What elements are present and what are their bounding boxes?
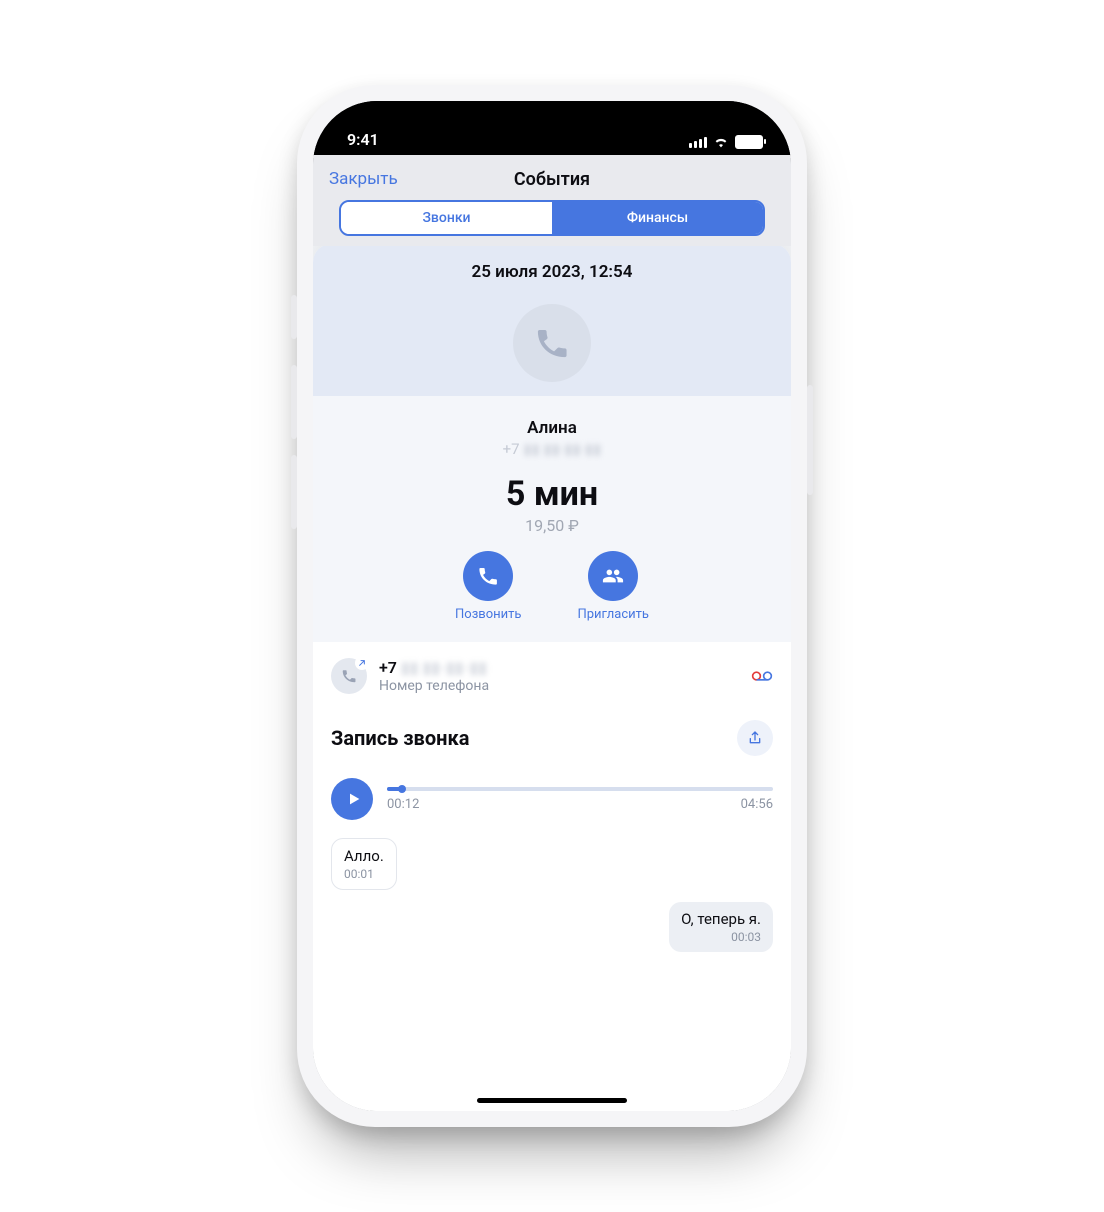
play-icon <box>346 791 362 807</box>
detail-header: 25 июля 2023, 12:54 <box>313 244 791 396</box>
phone-screen: 9:41 Закрыть События Звонки Финансы <box>313 101 791 1111</box>
invite-button-label: Пригласить <box>577 607 649 622</box>
contact-phone: +7 ▮▮ ▮▮-▮▮-▮▮ <box>313 440 791 458</box>
status-time: 9:41 <box>347 130 379 149</box>
call-duration: 5 мин <box>313 474 791 514</box>
progress-track[interactable]: 00:12 04:56 <box>387 787 773 812</box>
page-title: События <box>514 169 590 190</box>
transcript-bubble: Алло.00:01 <box>331 838 397 890</box>
phone-side-button <box>291 295 297 339</box>
people-icon <box>602 565 624 587</box>
phone-number-row[interactable]: +7 ▮▮ ▮▮-▮▮-▮▮ Номер телефона <box>331 658 773 694</box>
phone-icon <box>477 565 499 587</box>
wifi-icon <box>713 136 729 148</box>
share-icon <box>747 730 763 746</box>
contact-avatar <box>513 304 591 382</box>
phone-icon <box>341 668 357 684</box>
elapsed-time: 00:12 <box>387 797 419 812</box>
play-button[interactable] <box>331 778 373 820</box>
transcript-bubble: О, теперь я.00:03 <box>669 902 773 952</box>
invite-button[interactable]: Пригласить <box>577 551 649 622</box>
transcript-list: Алло.00:01 О, теперь я.00:03 <box>331 838 773 960</box>
audio-player: 00:12 04:56 <box>331 778 773 820</box>
nav-bar: Закрыть События Звонки Финансы <box>313 155 791 246</box>
tab-finance[interactable]: Финансы <box>552 202 763 234</box>
share-button[interactable] <box>737 720 773 756</box>
cellular-icon <box>689 136 707 148</box>
outgoing-call-icon <box>331 658 367 694</box>
phone-number-label: Номер телефона <box>379 678 739 694</box>
home-indicator[interactable] <box>477 1098 627 1103</box>
call-button-label: Позвонить <box>455 607 521 622</box>
contact-info: Алина +7 ▮▮ ▮▮-▮▮-▮▮ 5 мин 19,50 ₽ Позво… <box>313 396 791 642</box>
phone-number: +7 ▮▮ ▮▮-▮▮-▮▮ <box>379 658 739 677</box>
total-time: 04:56 <box>741 797 773 812</box>
battery-icon <box>735 135 763 149</box>
phone-frame: 9:41 Закрыть События Звонки Финансы <box>297 85 807 1127</box>
close-button[interactable]: Закрыть <box>329 169 398 189</box>
phone-icon <box>534 325 570 361</box>
detail-sheet: 25 июля 2023, 12:54 Алина +7 ▮▮ ▮▮-▮▮-▮▮ <box>313 244 791 1111</box>
arrow-out-icon <box>358 659 366 667</box>
phone-notch <box>442 101 662 139</box>
call-button[interactable]: Позвонить <box>455 551 521 622</box>
call-date: 25 июля 2023, 12:54 <box>313 262 791 282</box>
segmented-control: Звонки Финансы <box>339 200 765 236</box>
phone-side-button <box>291 365 297 439</box>
phone-side-button <box>807 385 813 495</box>
tab-calls[interactable]: Звонки <box>341 202 552 234</box>
recording-title: Запись звонка <box>331 726 469 750</box>
voicemail-icon <box>751 669 773 683</box>
phone-side-button <box>291 455 297 529</box>
contact-name: Алина <box>313 418 791 438</box>
call-cost: 19,50 ₽ <box>313 516 791 535</box>
